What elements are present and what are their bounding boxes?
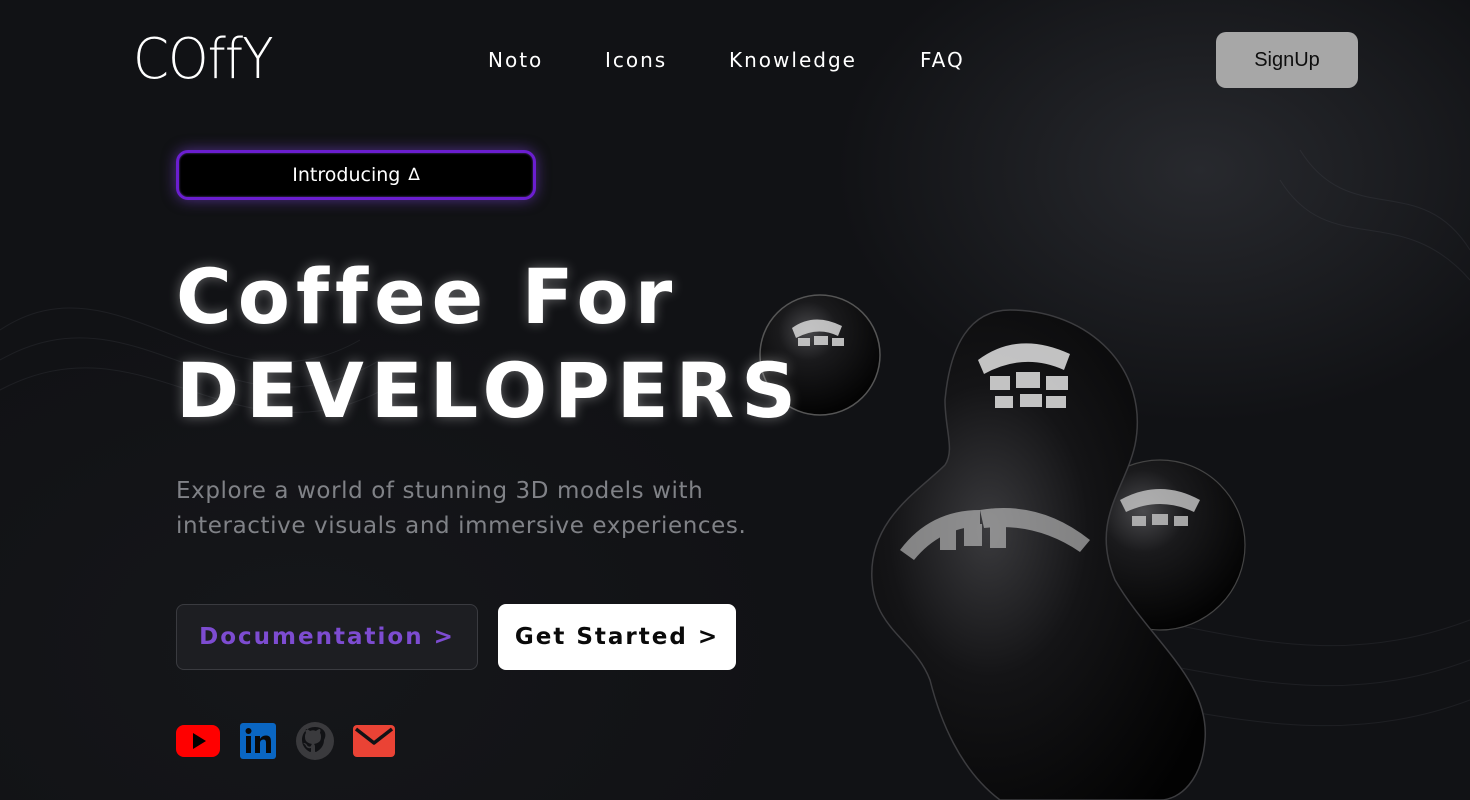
signup-button[interactable]: SignUp <box>1216 32 1358 88</box>
badge-label: Introducing <box>292 164 401 186</box>
nav-item-noto[interactable]: Noto <box>488 48 543 72</box>
youtube-icon[interactable] <box>176 721 220 761</box>
hero-title: Coffee For DEVELOPERS <box>176 250 803 438</box>
hero-title-line2: DEVELOPERS <box>176 346 803 435</box>
linkedin-icon[interactable] <box>236 721 280 761</box>
brand-logo[interactable]: COffY <box>133 28 274 92</box>
github-icon[interactable] <box>293 721 337 761</box>
mail-icon[interactable] <box>352 721 396 761</box>
nav-item-icons[interactable]: Icons <box>605 48 667 72</box>
introducing-badge[interactable]: Introducing ∆ <box>176 150 536 200</box>
nav-item-faq[interactable]: FAQ <box>920 48 965 72</box>
hero-subtitle: Explore a world of stunning 3D models wi… <box>176 478 747 539</box>
delta-icon: ∆ <box>408 165 420 185</box>
3d-blob-illustration <box>759 294 1246 800</box>
get-started-button[interactable]: Get Started > <box>498 604 736 670</box>
documentation-button[interactable]: Documentation > <box>176 604 478 670</box>
hero-title-line1: Coffee For <box>176 252 679 341</box>
nav-item-knowledge[interactable]: Knowledge <box>729 48 857 72</box>
